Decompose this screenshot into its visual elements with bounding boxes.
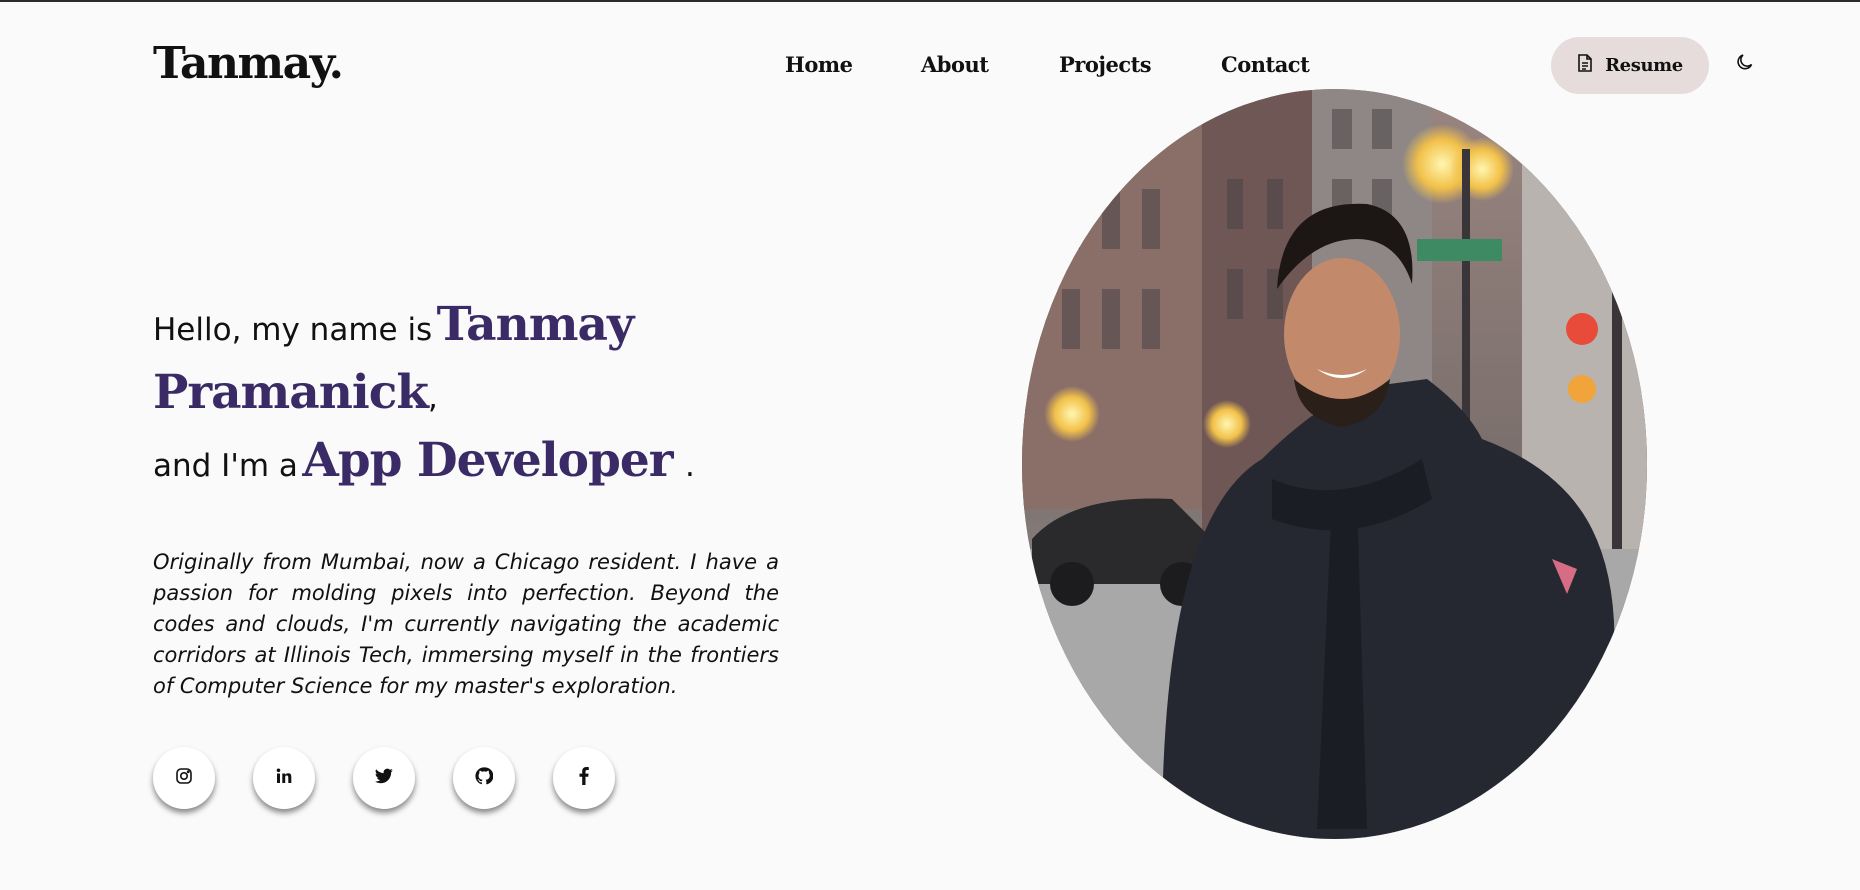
role-title: App Developer bbox=[302, 433, 673, 488]
resume-label: Resume bbox=[1605, 55, 1683, 76]
facebook-link[interactable] bbox=[553, 747, 615, 809]
name-first: Tanmay bbox=[436, 297, 635, 352]
instagram-link[interactable] bbox=[153, 747, 215, 809]
nav-contact[interactable]: Contact bbox=[1221, 52, 1310, 77]
social-links bbox=[153, 747, 615, 809]
theme-toggle[interactable] bbox=[1733, 52, 1757, 76]
instagram-icon bbox=[175, 767, 193, 790]
nav-projects[interactable]: Projects bbox=[1059, 52, 1152, 77]
profile-photo bbox=[1022, 89, 1647, 839]
twitter-icon bbox=[375, 768, 393, 789]
name-line: Pramanick, bbox=[153, 365, 438, 420]
github-icon bbox=[475, 766, 494, 790]
linkedin-icon bbox=[275, 767, 293, 790]
linkedin-link[interactable] bbox=[253, 747, 315, 809]
twitter-link[interactable] bbox=[353, 747, 415, 809]
nav-about[interactable]: About bbox=[921, 52, 989, 77]
moon-icon bbox=[1735, 52, 1755, 77]
bio-paragraph: Originally from Mumbai, now a Chicago re… bbox=[153, 550, 779, 698]
greeting-prefix: Hello, my name is bbox=[153, 312, 433, 348]
nav-home[interactable]: Home bbox=[785, 52, 853, 77]
name-comma: , bbox=[427, 380, 438, 416]
role-prefix: and I'm a bbox=[153, 448, 298, 484]
role-line: and I'm a App Developer . bbox=[153, 433, 695, 488]
site-logo[interactable]: Tanmay. bbox=[153, 38, 344, 89]
greeting-line: Hello, my name is Tanmay bbox=[153, 297, 635, 352]
resume-button[interactable]: Resume bbox=[1551, 37, 1709, 94]
profile-photo-illustration bbox=[1022, 89, 1647, 839]
github-link[interactable] bbox=[453, 747, 515, 809]
role-period: . bbox=[684, 448, 695, 484]
name-last: Pramanick bbox=[153, 365, 429, 420]
facebook-icon bbox=[579, 766, 589, 790]
document-icon bbox=[1577, 54, 1593, 77]
